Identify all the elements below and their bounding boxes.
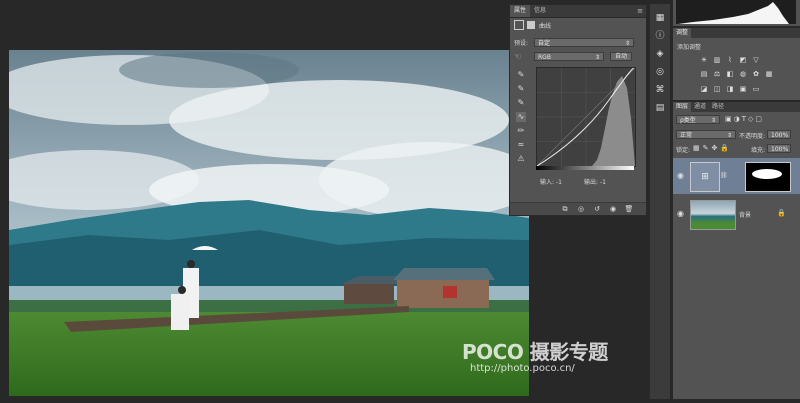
hand-target-icon[interactable]: ☜ xyxy=(514,52,534,61)
black-white-icon[interactable]: ◧ xyxy=(726,70,734,78)
watermark-logo: POCO 摄影专题 xyxy=(462,340,608,364)
reset-icon[interactable]: ↺ xyxy=(592,204,602,214)
watermark-url: http://photo.poco.cn/ xyxy=(470,363,575,374)
eyedropper-white-icon[interactable]: ✎ xyxy=(516,98,526,108)
input-label: 输入: -1 xyxy=(540,179,562,186)
lock-icon: 🔒 xyxy=(777,209,786,217)
tab-adjustments[interactable]: 调整 xyxy=(673,28,692,38)
adjustments-title: 添加调整 xyxy=(677,44,702,51)
mask-icon xyxy=(527,21,535,29)
chevron-down-icon: ⇕ xyxy=(624,40,630,47)
histogram-panel xyxy=(673,0,800,26)
visibility-icon[interactable]: ◉ xyxy=(608,204,618,214)
preset-row: 预设: 自定 ⇕ xyxy=(514,38,634,47)
opacity-label: 不透明度: xyxy=(739,133,766,140)
panel-menu-icon[interactable]: ≡ xyxy=(637,7,643,15)
eyedropper-gray-icon[interactable]: ✎ xyxy=(516,84,526,94)
eye-icon[interactable]: ◉ xyxy=(677,171,684,180)
pencil-icon[interactable]: ✏ xyxy=(516,126,526,136)
properties-icon[interactable]: ▤ xyxy=(654,102,666,114)
clipping-warning-icon[interactable]: ⚠ xyxy=(516,154,526,164)
smooth-icon[interactable]: ≈ xyxy=(516,140,526,150)
fill-label: 填充: xyxy=(751,147,766,154)
auto-button[interactable]: 自动 xyxy=(610,52,633,61)
adjustment-thumbnail: ⊞ xyxy=(690,162,720,192)
threshold-icon[interactable]: ◨ xyxy=(726,85,734,93)
curves-title: 曲线 xyxy=(539,22,552,30)
chevron-down-icon: ⇕ xyxy=(710,117,716,124)
layers-icon[interactable]: ◈ xyxy=(654,48,666,60)
channel-row: ☜ RGB ⇕ 自动 xyxy=(514,52,633,61)
curves-graph[interactable] xyxy=(536,66,636,167)
canvas-image[interactable] xyxy=(9,50,529,396)
layer-row-curves[interactable]: ◉ ⊞ ⛓ xyxy=(673,158,800,194)
adjustments-tabbar: 调整 xyxy=(673,28,800,38)
opacity-value: 100% xyxy=(771,132,789,139)
vibrance-icon[interactable]: ▽ xyxy=(752,56,760,64)
exposure-icon[interactable]: ◩ xyxy=(739,56,747,64)
chevron-down-icon: ⇕ xyxy=(594,54,600,61)
lock-icons[interactable]: ▦✎✥🔒 xyxy=(693,144,732,152)
layer-filter-select[interactable]: ρ类型 ⇕ xyxy=(676,115,720,124)
channels-icon[interactable]: ◎ xyxy=(654,66,666,78)
properties-tabbar: 属性 信息 ≡ xyxy=(510,5,646,18)
info-icon[interactable]: ⓘ xyxy=(654,30,666,42)
link-icon[interactable]: ⛓ xyxy=(720,172,728,179)
layer-filter-icons[interactable]: ▣◑T◇▢ xyxy=(725,115,764,123)
properties-panel: 属性 信息 ≡ 曲线 预设: 自定 ⇕ ☜ RGB ⇕ 自动 ✎ ✎ ✎ ∿ ✏… xyxy=(509,4,647,216)
channel-mixer-icon[interactable]: ✿ xyxy=(752,70,760,78)
panel-dock-toolbar: ▦ ⓘ ◈ ◎ ⌘ ▤ xyxy=(649,4,670,399)
curves-icon[interactable]: ⌇ xyxy=(726,56,734,64)
blend-mode-value: 正常 xyxy=(680,132,693,139)
filter-value: ρ类型 xyxy=(680,117,696,124)
layer-name: 背景 xyxy=(739,212,752,219)
channel-select[interactable]: RGB ⇕ xyxy=(534,52,604,61)
paths-icon[interactable]: ⌘ xyxy=(654,84,666,96)
posterize-icon[interactable]: ◫ xyxy=(713,85,721,93)
chevron-down-icon: ⇕ xyxy=(726,132,732,139)
view-previous-icon[interactable]: ◎ xyxy=(576,204,586,214)
layer-row-background[interactable]: ◉ 背景 🔒 xyxy=(673,196,800,232)
tab-info[interactable]: 信息 xyxy=(530,5,550,17)
color-balance-icon[interactable]: ⚖ xyxy=(713,70,721,78)
curves-thumb-icon: ⊞ xyxy=(701,172,709,182)
curves-adjustment-icon xyxy=(514,20,524,30)
properties-bottom-bar: ⧉ ◎ ↺ ◉ 🗑 xyxy=(510,202,646,215)
selective-color-icon[interactable]: ▣ xyxy=(739,85,747,93)
channel-value: RGB xyxy=(538,54,551,61)
opacity-field[interactable]: 100% xyxy=(767,130,791,139)
layers-panel: 图层 通道 路径 ρ类型 ⇕ ▣◑T◇▢ 正常 ⇕ 不透明度: 100% 锁定:… xyxy=(673,102,800,399)
lock-label: 锁定: xyxy=(676,147,691,154)
gradient-strip xyxy=(536,166,634,170)
gradient-map-icon[interactable]: ▭ xyxy=(752,85,760,93)
layers-tabbar: 图层 通道 路径 xyxy=(673,102,800,112)
tab-properties[interactable]: 属性 xyxy=(510,5,531,17)
clip-to-layer-icon[interactable]: ⧉ xyxy=(560,204,570,214)
curves-header: 曲线 xyxy=(514,20,551,30)
brightness-icon[interactable]: ☀ xyxy=(700,56,708,64)
output-label: 输出: -1 xyxy=(584,179,606,186)
layer-mask-thumbnail[interactable] xyxy=(745,162,791,192)
preset-label: 预设: xyxy=(514,40,529,47)
tab-paths[interactable]: 路径 xyxy=(709,102,727,112)
blend-mode-select[interactable]: 正常 ⇕ xyxy=(676,130,736,139)
fill-field[interactable]: 100% xyxy=(767,144,791,153)
eyedropper-black-icon[interactable]: ✎ xyxy=(516,70,526,80)
hue-saturation-icon[interactable]: ▤ xyxy=(700,70,708,78)
tab-layers[interactable]: 图层 xyxy=(673,102,692,112)
adjustments-panel: 调整 添加调整 ☀ ▥ ⌇ ◩ ▽ ▤ ⚖ ◧ ◍ ✿ ▦ ◪ ◫ ◨ ▣ ▭ xyxy=(673,28,800,100)
delete-icon[interactable]: 🗑 xyxy=(624,204,634,214)
background-thumbnail xyxy=(690,200,736,230)
eye-icon[interactable]: ◉ xyxy=(677,209,684,218)
invert-icon[interactable]: ◪ xyxy=(700,85,708,93)
color-lookup-icon[interactable]: ▦ xyxy=(765,70,773,78)
photo-filter-icon[interactable]: ◍ xyxy=(739,70,747,78)
preset-select[interactable]: 自定 ⇕ xyxy=(534,38,634,47)
tab-channels[interactable]: 通道 xyxy=(691,102,709,112)
levels-icon[interactable]: ▥ xyxy=(713,56,721,64)
histogram-icon[interactable]: ▦ xyxy=(654,12,666,24)
preset-value: 自定 xyxy=(538,40,551,47)
curve-edit-icon[interactable]: ∿ xyxy=(516,112,526,122)
fill-value: 100% xyxy=(771,146,789,153)
